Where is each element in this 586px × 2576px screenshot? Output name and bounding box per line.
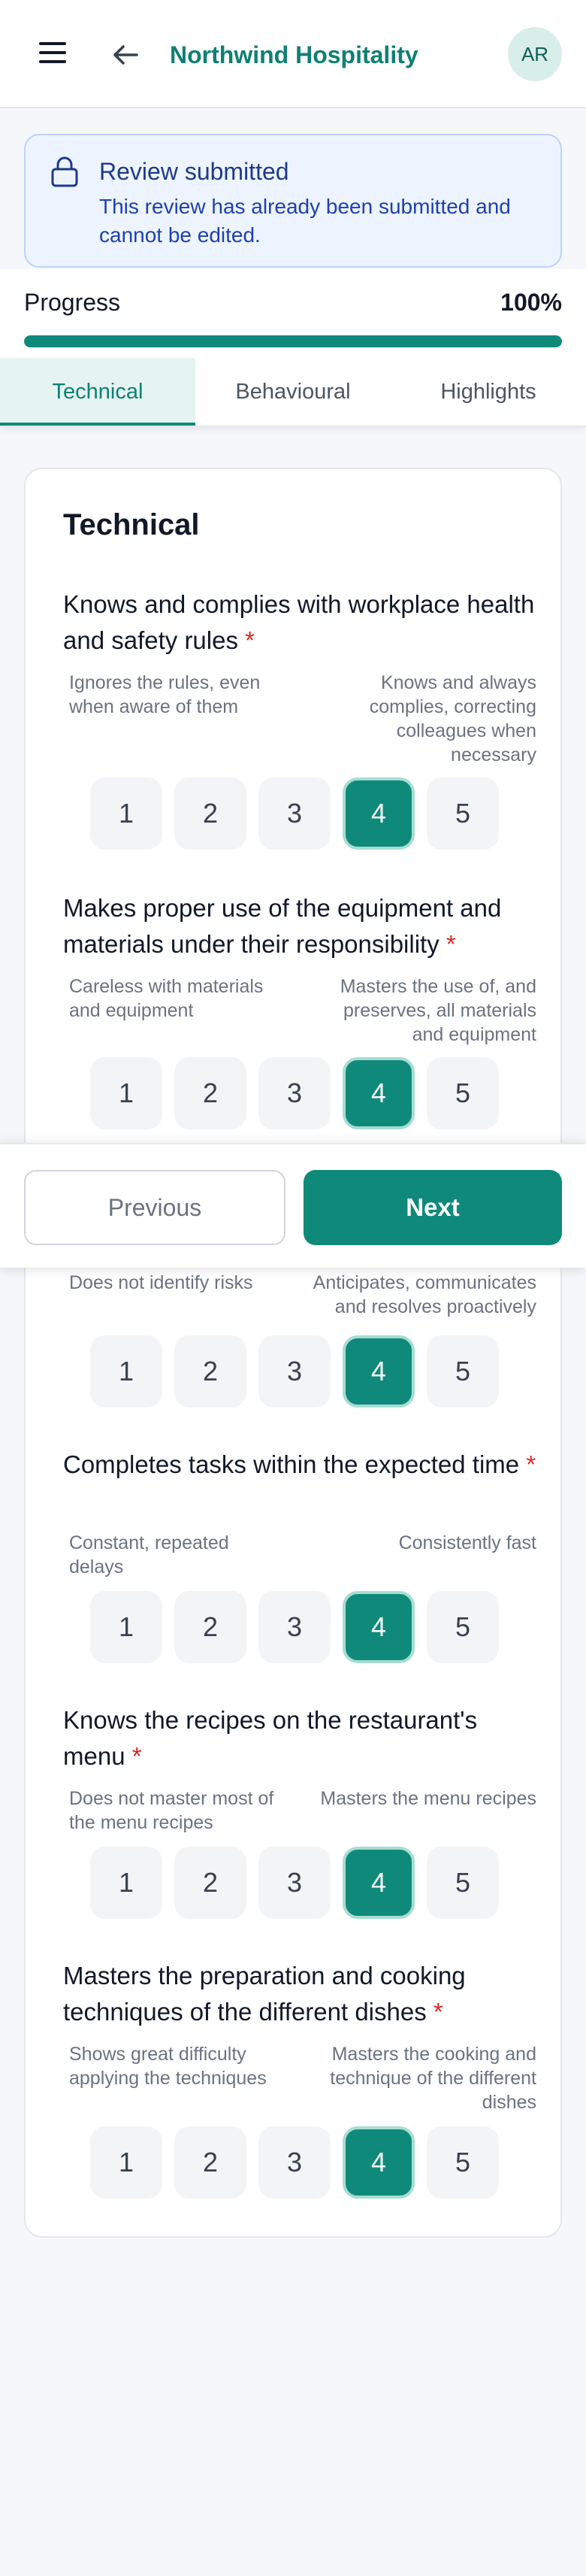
anchor-high-label: Masters the menu recipes bbox=[320, 1788, 536, 1809]
next-button[interactable]: Next bbox=[304, 1170, 562, 1245]
rating-scale: 12345 bbox=[90, 1335, 499, 1408]
rating-option-5[interactable]: 5 bbox=[427, 1335, 499, 1408]
rating-option-2[interactable]: 2 bbox=[174, 1591, 246, 1663]
question-label: Makes proper use of the equipment and ma… bbox=[63, 894, 502, 958]
progress-percent: 100% bbox=[500, 289, 562, 316]
rating-scale: 12345 bbox=[90, 1847, 499, 1919]
anchor-low-label: Does not master most of the menu recipes bbox=[69, 1788, 274, 1833]
lock-icon bbox=[48, 155, 81, 188]
required-asterisk: * bbox=[526, 1450, 536, 1478]
progress-section: Progress 100% bbox=[0, 269, 586, 358]
alert-message: This review has already been submitted a… bbox=[99, 195, 511, 247]
anchor-high-label: Masters the cooking and technique of the… bbox=[330, 2044, 536, 2113]
section-title: Technical bbox=[63, 508, 200, 541]
anchor-low-label: Careless with materials and equipment bbox=[69, 976, 264, 1021]
user-avatar[interactable]: AR bbox=[508, 27, 562, 81]
anchor-low-label: Does not identify risks bbox=[69, 1272, 253, 1293]
rating-option-1[interactable]: 1 bbox=[90, 1335, 162, 1408]
rating-option-5[interactable]: 5 bbox=[427, 1591, 499, 1663]
question-label: Knows and complies with workplace health… bbox=[63, 590, 535, 654]
rating-scale: 12345 bbox=[90, 1591, 499, 1663]
rating-scale: 12345 bbox=[90, 777, 499, 850]
rating-option-3[interactable]: 3 bbox=[258, 1847, 331, 1919]
brand-name-part1: Northwind bbox=[170, 41, 289, 68]
rating-option-3[interactable]: 3 bbox=[258, 777, 331, 850]
rating-option-2[interactable]: 2 bbox=[174, 777, 246, 850]
rating-option-3[interactable]: 3 bbox=[258, 1335, 331, 1408]
rating-option-4[interactable]: 4 bbox=[343, 777, 415, 850]
anchor-high-label: Anticipates, communicates and resolves p… bbox=[313, 1272, 536, 1317]
rating-option-3[interactable]: 3 bbox=[258, 2126, 331, 2199]
question-text: Completes tasks within the expected time… bbox=[63, 1447, 536, 1483]
review-submitted-alert: Review submitted This review has already… bbox=[24, 134, 562, 268]
anchor-high-label: Consistently fast bbox=[398, 1532, 536, 1553]
rating-option-3[interactable]: 3 bbox=[258, 1057, 331, 1129]
progress-label: Progress bbox=[24, 289, 121, 316]
alert-title: Review submitted bbox=[99, 158, 289, 185]
rating-option-2[interactable]: 2 bbox=[174, 2126, 246, 2199]
navigation-footer: Previous Next bbox=[0, 1143, 586, 1268]
question-text: Makes proper use of the equipment and ma… bbox=[63, 890, 536, 962]
rating-question: Knows the recipes on the restaurant's me… bbox=[63, 1702, 536, 1774]
rating-option-1[interactable]: 1 bbox=[90, 1591, 162, 1663]
tab-behavioural[interactable]: Behavioural bbox=[195, 358, 391, 426]
anchor-high-label: Knows and always complies, correcting co… bbox=[369, 672, 536, 765]
question-label: Masters the preparation and cooking tech… bbox=[63, 1962, 466, 2026]
required-asterisk: * bbox=[433, 1998, 443, 2026]
required-asterisk: * bbox=[131, 1742, 142, 1770]
previous-button[interactable]: Previous bbox=[24, 1170, 285, 1245]
question-text: Knows and complies with workplace health… bbox=[63, 586, 536, 659]
rating-option-4[interactable]: 4 bbox=[343, 1591, 415, 1663]
app-header: Northwind Hospitality AR bbox=[0, 0, 586, 108]
rating-option-1[interactable]: 1 bbox=[90, 1847, 162, 1919]
rating-option-2[interactable]: 2 bbox=[174, 1847, 246, 1919]
rating-option-5[interactable]: 5 bbox=[427, 1847, 499, 1919]
rating-option-1[interactable]: 1 bbox=[90, 777, 162, 850]
rating-scale: 12345 bbox=[90, 1057, 499, 1129]
tab-highlights[interactable]: Highlights bbox=[391, 358, 586, 426]
technical-card: Technical Knows and complies with workpl… bbox=[24, 468, 562, 2238]
progress-bar-fill bbox=[24, 335, 562, 347]
rating-option-5[interactable]: 5 bbox=[427, 1057, 499, 1129]
question-text: Knows the recipes on the restaurant's me… bbox=[63, 1702, 536, 1774]
rating-option-1[interactable]: 1 bbox=[90, 1057, 162, 1129]
required-asterisk: * bbox=[245, 626, 255, 654]
progress-bar bbox=[24, 335, 562, 347]
arrow-left-icon[interactable] bbox=[108, 38, 143, 72]
question-text: Masters the preparation and cooking tech… bbox=[63, 1958, 536, 2030]
question-label: Knows the recipes on the restaurant's me… bbox=[63, 1706, 478, 1770]
rating-option-4[interactable]: 4 bbox=[343, 1847, 415, 1919]
required-asterisk: * bbox=[446, 930, 456, 958]
rating-option-1[interactable]: 1 bbox=[90, 2126, 162, 2199]
rating-question: Makes proper use of the equipment and ma… bbox=[63, 890, 536, 962]
question-label: Completes tasks within the expected time bbox=[63, 1450, 520, 1478]
hamburger-menu-icon[interactable] bbox=[39, 42, 68, 66]
rating-option-4[interactable]: 4 bbox=[343, 1335, 415, 1408]
brand-name-part2: Hospitality bbox=[295, 41, 418, 68]
rating-option-2[interactable]: 2 bbox=[174, 1057, 246, 1129]
rating-question: Knows and complies with workplace health… bbox=[63, 586, 536, 659]
anchor-low-label: Constant, repeated delays bbox=[69, 1532, 229, 1577]
section-tabs: Technical Behavioural Highlights bbox=[0, 358, 586, 427]
rating-scale: 12345 bbox=[90, 2126, 499, 2199]
rating-option-3[interactable]: 3 bbox=[258, 1591, 331, 1663]
brand-logo: Northwind Hospitality bbox=[170, 38, 418, 72]
rating-question: Completes tasks within the expected time… bbox=[63, 1447, 536, 1483]
rating-option-4[interactable]: 4 bbox=[343, 1057, 415, 1129]
anchor-low-label: Ignores the rules, even when aware of th… bbox=[69, 672, 261, 717]
anchor-high-label: Masters the use of, and preserves, all m… bbox=[340, 976, 536, 1045]
rating-option-5[interactable]: 5 bbox=[427, 2126, 499, 2199]
rating-option-5[interactable]: 5 bbox=[427, 777, 499, 850]
rating-question: Masters the preparation and cooking tech… bbox=[63, 1958, 536, 2030]
rating-option-2[interactable]: 2 bbox=[174, 1335, 246, 1408]
tab-technical[interactable]: Technical bbox=[0, 358, 195, 426]
rating-option-4[interactable]: 4 bbox=[343, 2126, 415, 2199]
anchor-low-label: Shows great difficulty applying the tech… bbox=[69, 2044, 267, 2089]
